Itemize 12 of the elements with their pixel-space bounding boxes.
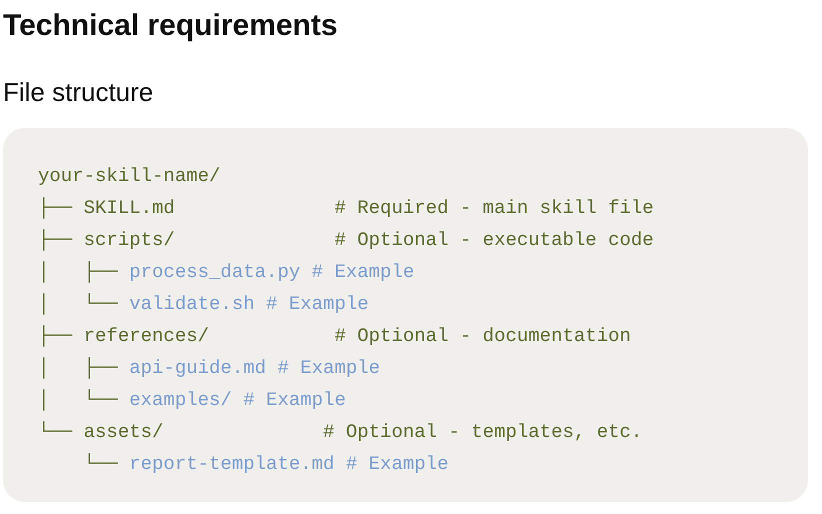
code-line: │ └── validate.sh # Example [38,292,370,317]
code-line: ├── references/ # Optional - documentation [38,324,632,349]
code-line: │ └── examples/ # Example [38,388,347,413]
code-line: └── assets/ # Optional - templates, etc. [38,420,644,445]
code-line: └── report-template.md # Example [82,452,450,477]
code-line: │ ├── api-guide.md # Example [38,356,382,381]
code-line: your-skill-name/ [38,164,222,189]
code-line: ├── SKILL.md # Required - main skill file [38,196,655,221]
subsection-heading: File structure [3,76,154,109]
code-line: ├── scripts/ # Optional - executable code [38,228,655,253]
code-line: │ ├── process_data.py # Example [38,260,416,285]
section-heading: Technical requirements [3,8,339,44]
